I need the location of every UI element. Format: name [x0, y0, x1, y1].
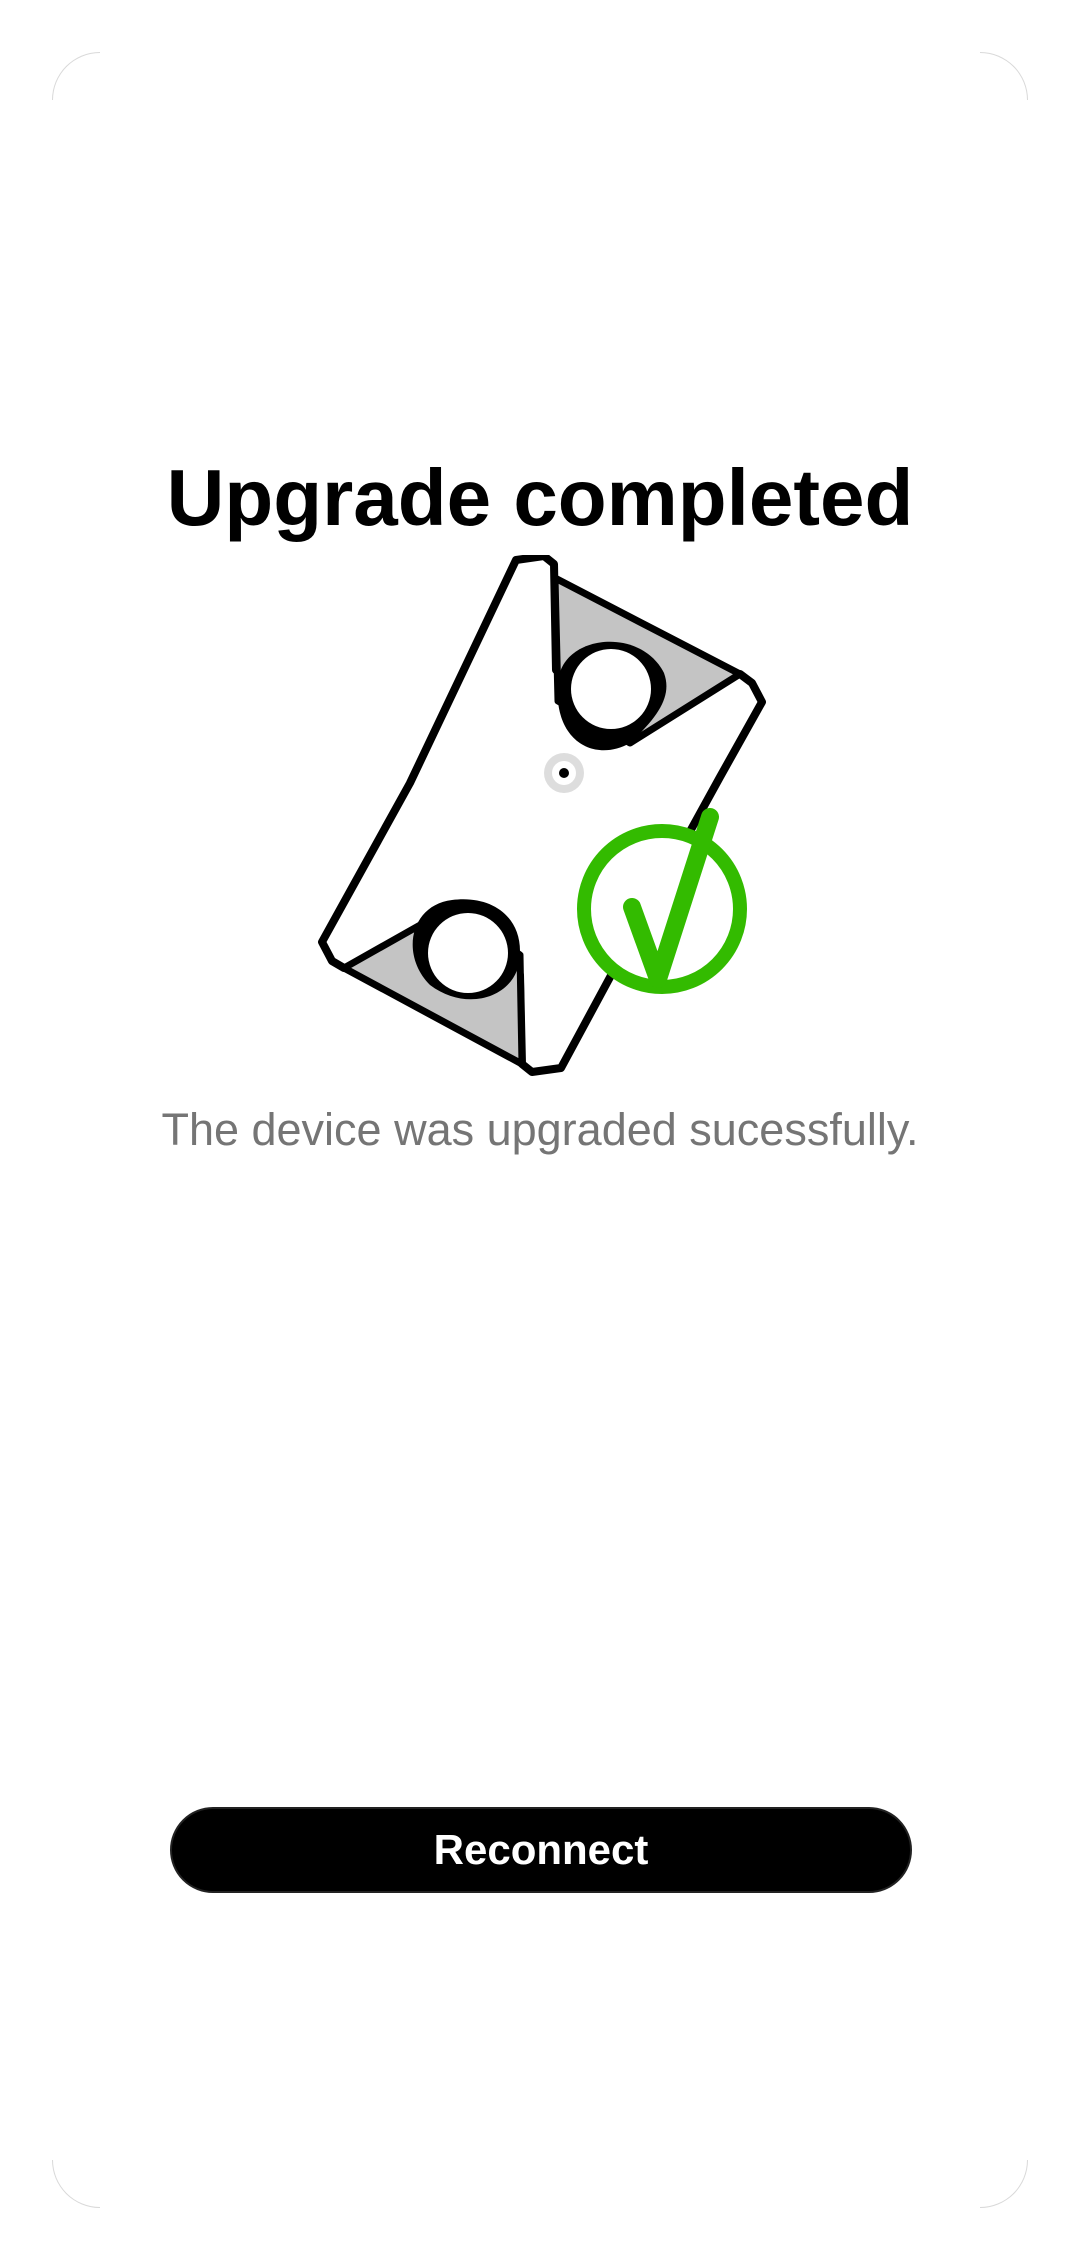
sensor-dot [544, 753, 584, 793]
upgrade-complete-screen: Upgrade completed The device was upgrade… [0, 0, 1080, 2260]
reconnect-button[interactable]: Reconnect [170, 1807, 912, 1893]
status-message: The device was upgraded sucessfully. [161, 1104, 919, 1155]
page-title: Upgrade completed [166, 453, 914, 542]
reconnect-label: Reconnect [433, 1826, 649, 1873]
screen-corner-top-left [52, 52, 100, 100]
device-illustration [300, 552, 780, 1095]
screen-corner-bottom-right [980, 2160, 1028, 2208]
screen-corner-top-right [980, 52, 1028, 100]
screen-corner-bottom-left [52, 2160, 100, 2208]
